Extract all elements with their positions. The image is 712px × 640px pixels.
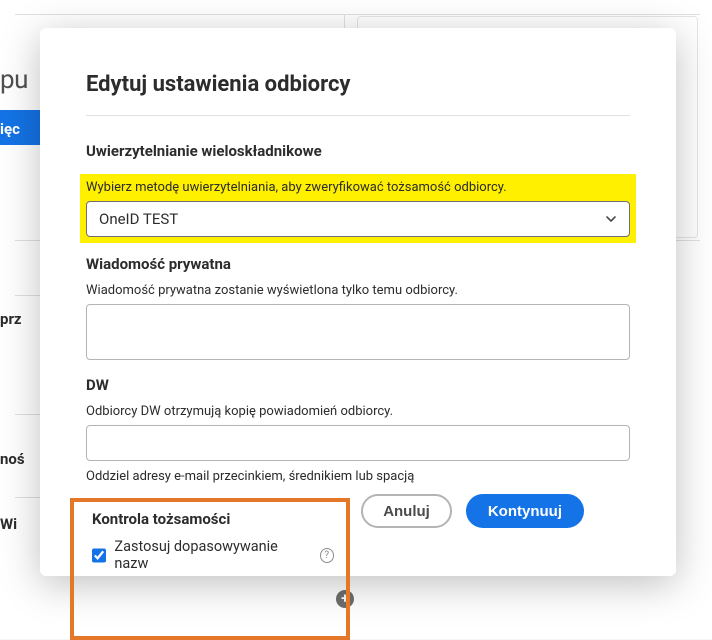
name-matching-label: Zastosuj dopasowywanie nazw (114, 538, 307, 572)
chevron-down-icon (605, 213, 617, 225)
divider (86, 115, 630, 116)
name-matching-checkbox[interactable] (92, 548, 106, 563)
bg-text-fragment: noś (0, 450, 25, 468)
private-message-help: Wiadomość prywatna zostanie wyświetlona … (86, 283, 630, 298)
bg-divider (15, 14, 700, 15)
help-icon[interactable]: ? (320, 548, 334, 563)
private-message-heading: Wiadomość prywatna (86, 255, 630, 273)
auth-method-select[interactable]: OneID TEST (86, 201, 630, 237)
auth-method-value: OneID TEST (99, 210, 178, 228)
modal-title: Edytuj ustawienia odbiorcy (86, 72, 630, 97)
mfa-help-text: Wybierz metodę uwierzytelniania, aby zwe… (86, 180, 630, 195)
private-message-input[interactable] (86, 304, 630, 360)
continue-button[interactable]: Kontynuuj (466, 494, 584, 528)
mfa-highlight: Wybierz metodę uwierzytelniania, aby zwe… (80, 174, 636, 243)
cancel-button[interactable]: Anuluj (361, 494, 452, 528)
bg-text-fragment: Wi (0, 515, 17, 533)
bg-blue-tab: ięc (0, 110, 40, 145)
modal-footer: Anuluj Kontynuuj (361, 494, 584, 528)
identity-control-highlight: Kontrola tożsamości Zastosuj dopasowywan… (70, 498, 350, 640)
name-matching-row: Zastosuj dopasowywanie nazw ? (86, 538, 334, 572)
mfa-heading: Uwierzytelnianie wieloskładnikowe (86, 142, 630, 160)
dw-heading: DW (86, 376, 630, 394)
identity-heading: Kontrola tożsamości (86, 510, 334, 528)
dw-separator-help: Oddziel adresy e-mail przecinkiem, średn… (86, 469, 630, 484)
dw-input[interactable] (86, 425, 630, 461)
bg-text-fragment: pu (0, 65, 28, 95)
dw-help: Odbiorcy DW otrzymują kopię powiadomień … (86, 404, 630, 419)
bg-text-fragment: prz (0, 310, 22, 328)
edit-recipient-settings-modal: Edytuj ustawienia odbiorcy Uwierzytelnia… (40, 28, 676, 576)
